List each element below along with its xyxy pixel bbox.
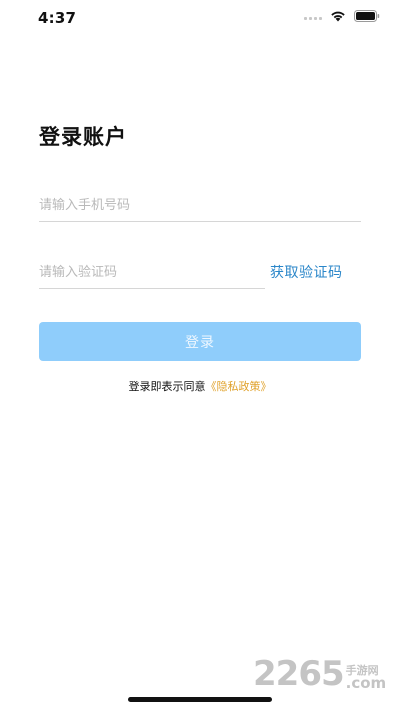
phone-field[interactable] (39, 189, 361, 222)
page-title: 登录账户 (39, 125, 127, 149)
phone-input[interactable] (39, 189, 361, 221)
watermark-domain: .com (345, 674, 387, 692)
watermark-number: 2265 (253, 654, 345, 694)
watermark-side: 手游网 .com (346, 665, 387, 691)
status-bar: 4:37 (0, 0, 400, 36)
verification-code-field[interactable] (39, 256, 265, 289)
privacy-policy-link[interactable]: 《隐私政策》 (206, 380, 272, 393)
agreement-text: 登录即表示同意《隐私政策》 (0, 378, 400, 394)
watermark-logo: 2265 手游网 .com (253, 657, 386, 691)
status-time: 4:37 (38, 9, 77, 27)
login-button[interactable]: 登录 (39, 322, 361, 361)
signal-icon (304, 12, 322, 20)
status-icons (304, 10, 380, 22)
wifi-icon (330, 10, 346, 22)
get-code-button[interactable]: 获取验证码 (270, 262, 343, 282)
battery-icon (354, 10, 380, 22)
home-indicator[interactable] (128, 697, 272, 702)
verification-code-input[interactable] (39, 256, 265, 288)
agreement-prefix: 登录即表示同意 (128, 380, 206, 393)
